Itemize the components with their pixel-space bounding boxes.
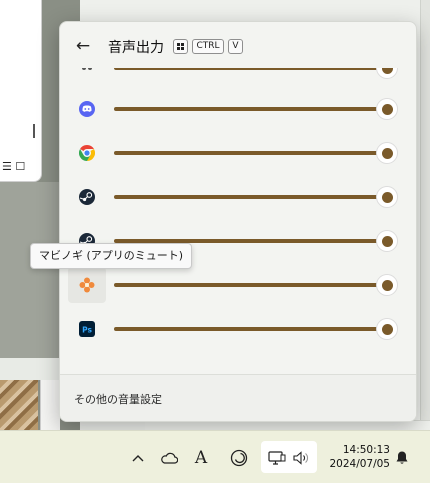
clock-time: 14:50:13 [342, 444, 390, 456]
volume-slider-track-chrome[interactable] [114, 151, 386, 155]
app-volume-row-chrome [60, 133, 416, 173]
taskbar: A 14:50:13 2024/07/05 [0, 430, 430, 483]
status-app-button[interactable] [227, 431, 251, 483]
photoshop-icon: Ps [79, 321, 95, 337]
back-button[interactable]: ← [70, 34, 96, 58]
discord-icon [79, 101, 95, 117]
back-arrow-icon: ← [75, 36, 91, 56]
volume-mixer-flyout: ← 音声出力 CTRL V Ps その他の音量設定 [59, 21, 417, 422]
app-mute-button-steam[interactable] [68, 179, 106, 215]
show-hidden-icons-button[interactable] [129, 431, 147, 483]
network-status [266, 431, 288, 483]
volume-slider-thumb-mabinogi[interactable] [376, 274, 398, 296]
windows-key-icon [173, 39, 188, 54]
moon-clock-icon [230, 449, 248, 466]
background-explorer-window: ☰ ☐ [0, 0, 42, 182]
app-volume-row-mabinogi [60, 265, 416, 305]
v-key-badge: V [228, 39, 243, 54]
background-photo-thumbnail [0, 380, 38, 430]
background-window-bottom [0, 358, 60, 380]
notifications-button[interactable] [392, 431, 412, 483]
app-mute-button-photoshop[interactable]: Ps [68, 311, 106, 347]
volume-status [290, 431, 312, 483]
background-view-icons: ☰ ☐ [2, 160, 26, 173]
volume-slider-thumb[interactable] [376, 68, 398, 79]
background-window-edge [420, 0, 430, 430]
clock[interactable]: 14:50:13 2024/07/05 [320, 443, 390, 471]
app-volume-row-photoshop: Ps [60, 309, 416, 349]
bell-icon [396, 451, 408, 464]
app-mute-button-chrome[interactable] [68, 135, 106, 171]
volume-slider-track-discord[interactable] [114, 107, 386, 111]
background-scroll-mark [33, 124, 35, 138]
app-icon-partial [68, 68, 106, 86]
network-wired-icon [268, 450, 286, 465]
clock-date: 2024/07/05 [329, 458, 390, 470]
app-partial-icon [82, 68, 92, 70]
onedrive-button[interactable] [158, 431, 180, 483]
mute-tooltip: マビノギ (アプリのミュート) [30, 243, 193, 269]
volume-slider-thumb-steam[interactable] [376, 186, 398, 208]
photoshop-icon-label: Ps [82, 325, 92, 334]
flyout-header: ← 音声出力 CTRL V [60, 22, 416, 68]
app-volume-list: Ps [60, 68, 416, 374]
volume-slider-thumb-discord[interactable] [376, 98, 398, 120]
flyout-title: 音声出力 [108, 40, 164, 56]
volume-slider-thumb-chrome[interactable] [376, 142, 398, 164]
ime-mode-label: A [194, 447, 208, 468]
volume-slider-track-photoshop[interactable] [114, 327, 386, 331]
ctrl-key-badge: CTRL [192, 39, 224, 54]
app-mute-button-discord[interactable] [68, 91, 106, 127]
volume-slider-thumb-steam-2[interactable] [376, 230, 398, 252]
flyout-footer: その他の音量設定 [60, 374, 416, 421]
steam-icon [79, 189, 95, 205]
background-document [40, 380, 60, 430]
mabinogi-icon [79, 277, 95, 293]
desktop-wallpaper [0, 182, 60, 358]
app-mute-button-mabinogi[interactable] [68, 267, 106, 303]
speaker-icon [293, 450, 308, 465]
ime-mode-button[interactable]: A [190, 431, 212, 483]
app-volume-row-discord [60, 89, 416, 129]
chrome-icon [79, 145, 95, 161]
app-volume-row-steam [60, 177, 416, 217]
chevron-up-icon [132, 454, 144, 461]
volume-slider-track-steam[interactable] [114, 195, 386, 199]
more-volume-settings-link[interactable]: その他の音量設定 [74, 391, 162, 407]
cloud-icon [161, 452, 178, 464]
volume-slider-thumb-photoshop[interactable] [376, 318, 398, 340]
volume-slider-track[interactable] [114, 68, 386, 70]
volume-slider-track-mabinogi[interactable] [114, 283, 386, 287]
app-volume-row-partial [60, 68, 416, 88]
